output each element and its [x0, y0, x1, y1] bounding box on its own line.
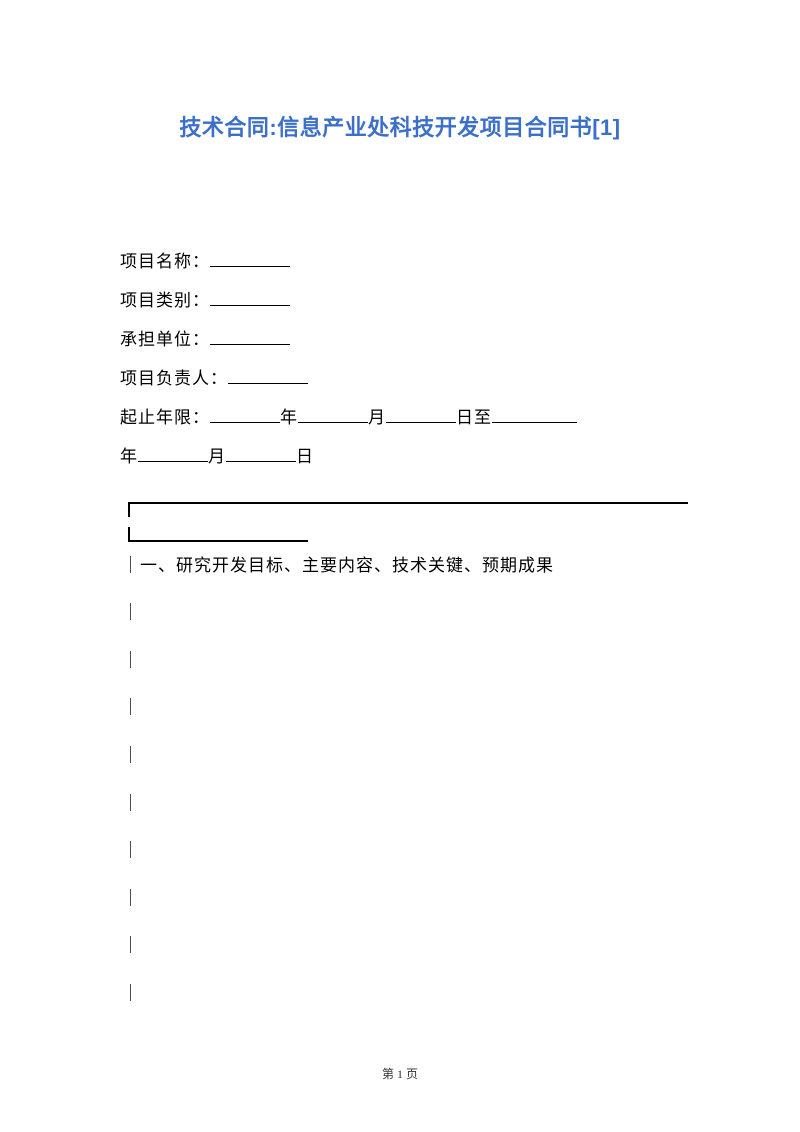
- year1-blank: [210, 403, 280, 423]
- project-name-blank: [210, 247, 290, 267]
- month-char: 月: [368, 408, 386, 427]
- vertical-bar-row: ｜: [122, 684, 680, 732]
- day2-blank: [226, 442, 296, 462]
- document-title: 技术合同:信息产业处科技开发项目合同书[1]: [120, 110, 680, 142]
- vertical-bar-row: ｜: [122, 827, 680, 875]
- document-page: 技术合同:信息产业处科技开发项目合同书[1] 项目名称： 项目类别： 承担单位：…: [0, 0, 800, 1132]
- duration-label: 起止年限：: [120, 408, 210, 427]
- bracket-shape-top: [128, 502, 680, 517]
- vertical-bar-row: ｜: [122, 589, 680, 637]
- year-char: 年: [280, 408, 298, 427]
- month1-blank: [298, 403, 368, 423]
- project-leader-blank: [228, 364, 308, 384]
- project-name-label: 项目名称：: [120, 252, 210, 271]
- month2-blank: [138, 442, 208, 462]
- field-project-leader: 项目负责人：: [120, 359, 680, 398]
- vertical-bar-row: ｜: [122, 970, 680, 1018]
- vertical-bar-row: ｜: [122, 732, 680, 780]
- section-one-heading: ｜一、研究开发目标、主要内容、技术关键、预期成果: [122, 542, 680, 590]
- year2-blank: [492, 403, 577, 423]
- to-char: 至: [474, 408, 492, 427]
- project-category-blank: [210, 286, 290, 306]
- undertaking-unit-label: 承担单位：: [120, 330, 210, 349]
- field-duration-line1: 起止年限： 年 月 日至: [120, 398, 680, 437]
- day2-char: 日: [296, 447, 314, 466]
- day1-blank: [386, 403, 456, 423]
- vertical-bar-row: ｜: [122, 922, 680, 970]
- vertical-bar-row: ｜: [122, 780, 680, 828]
- project-category-label: 项目类别：: [120, 291, 210, 310]
- vertical-bar-row: ｜: [122, 875, 680, 923]
- year2-char: 年: [120, 447, 138, 466]
- page-footer: 第 1 页: [0, 1065, 800, 1082]
- month2-char: 月: [208, 447, 226, 466]
- field-project-category: 项目类别：: [120, 281, 680, 320]
- field-project-name: 项目名称：: [120, 242, 680, 281]
- vertical-bar-row: ｜: [122, 637, 680, 685]
- field-undertaking-unit: 承担单位：: [120, 320, 680, 359]
- undertaking-unit-blank: [210, 325, 290, 345]
- day-char: 日: [456, 408, 474, 427]
- field-duration-line2: 年月日: [120, 437, 680, 476]
- bracket-bottom-segment: [128, 527, 308, 542]
- project-leader-label: 项目负责人：: [120, 369, 228, 388]
- bracket-top-line: [128, 502, 688, 517]
